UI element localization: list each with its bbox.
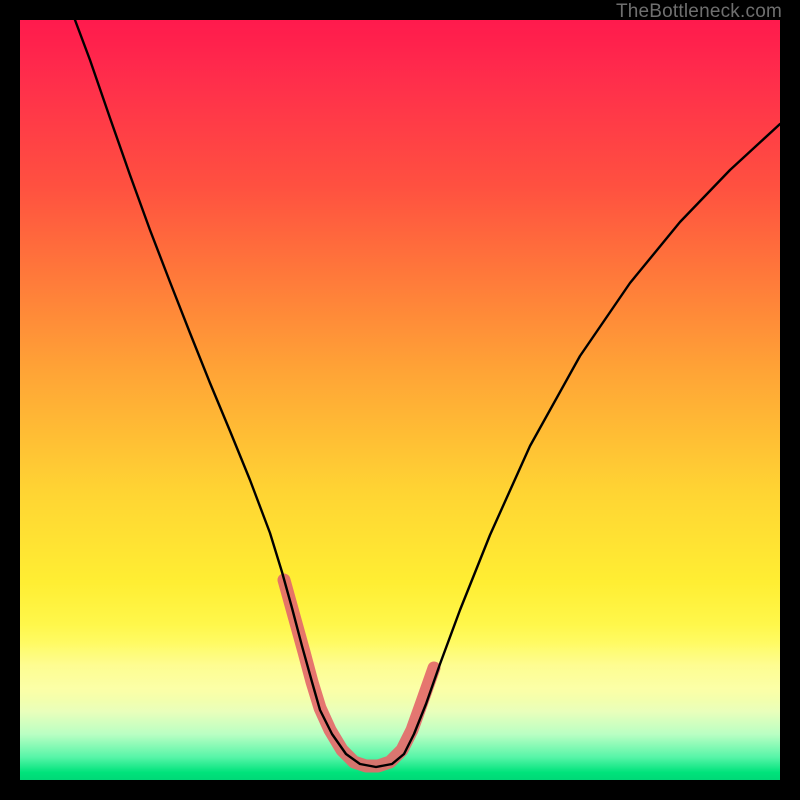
main-curve-line xyxy=(75,20,780,767)
plot-frame xyxy=(20,20,780,780)
curve-overlay xyxy=(20,20,780,780)
